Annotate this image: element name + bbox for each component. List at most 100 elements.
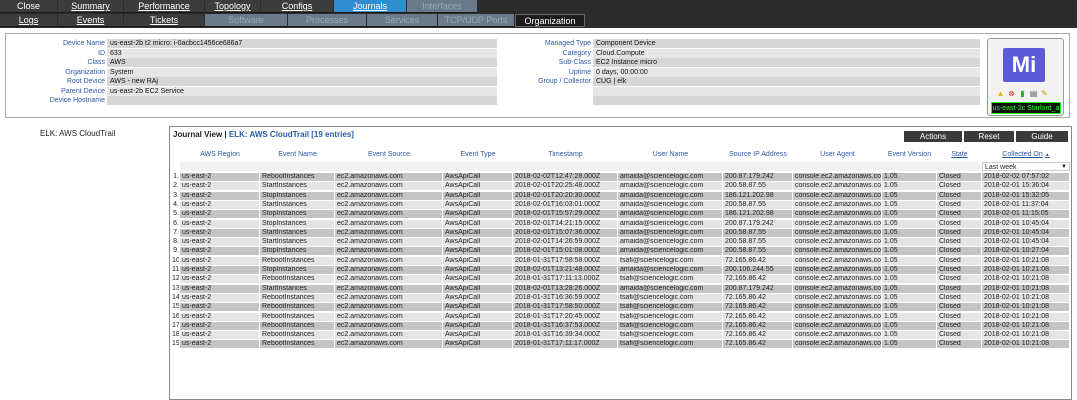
table-cell: 2018-02-01 10:21:08 [982,256,1069,265]
tab-label: Events [76,15,105,25]
warning-icon[interactable]: ▲ [996,89,1005,98]
table-row[interactable]: 5. us-east-2 StopInstances ec2.amazonaws.co… [170,210,1071,219]
table-row[interactable]: 2. us-east-2 StartInstances ec2.amazonaws.c… [170,182,1071,191]
table-cell: Closed [937,312,981,321]
tab-summary[interactable]: Summary [58,0,123,13]
table-cell: 2018-02-01T16:03:01.000Z [513,200,617,209]
tab-configs[interactable]: Configs [261,0,333,13]
column-header-aws-region[interactable]: AWS Region [180,151,260,158]
column-header-timestamp[interactable]: Timestamp [513,151,618,158]
table-row[interactable]: 18.us-east-2RebootInstancesec2.amazonaws… [170,331,1071,340]
column-header-event-version[interactable]: Event Version [882,151,937,158]
table-cell: 72.165.86.42 [723,312,792,321]
table-cell: Closed [937,173,981,181]
table-cell: console.ec2.amazonaws.com [793,321,881,330]
table-row[interactable]: 7. us-east-2 StartInstances ec2.amazonaws.c… [170,228,1071,237]
tab-journals[interactable]: Journals [334,0,406,13]
device-field-value [593,86,980,96]
table-cell: 72.165.86.42 [723,256,792,265]
guide-button[interactable]: Guide [1016,131,1068,142]
tab-processes: Processes [288,14,366,27]
table-cell: us-east-2 [180,200,259,209]
table-cell: RebootInstances [260,340,334,349]
column-header-source-ip-address[interactable]: Source IP Address [723,151,793,158]
column-header-collected-on[interactable]: Collected On ▲ [982,151,1070,158]
table-cell: 2018-02-01 15:36:04 [982,182,1069,191]
tab-close[interactable]: Close [0,0,57,13]
table-cell: 200.58.87.55 [723,228,792,237]
tab-tickets[interactable]: Tickets [124,14,204,27]
table-cell: ec2.amazonaws.com [335,312,442,321]
table-cell: ec2.amazonaws.com [335,219,442,228]
nav-row-secondary: Logs Events Tickets Software Processes Servic… [0,14,586,28]
device-field-label: Uptime [568,68,591,76]
table-row[interactable]: 9. us-east-2 StopInstances ec2.amazonaws.co… [170,247,1071,256]
column-header-user-agent[interactable]: User Agent [793,151,882,158]
table-cell: AwsApiCall [443,256,512,265]
table-cell: amaida@sciencelogic.com [618,228,722,237]
column-header-state[interactable]: State [937,151,982,158]
table-cell: 2018-02-01 10:21:08 [982,266,1069,274]
table-cell: 2018-01-31T16:39:34.000Z [513,331,617,340]
wrench-icon[interactable]: ✎ [1040,89,1049,98]
column-header-event-name[interactable]: Event Name [260,151,335,158]
device-icon-box: Mi ▲ ⊗ ▮ ▤ ✎ us-east-2c Starlord_a [987,38,1064,116]
table-row[interactable]: 17.us-east-2RebootInstancesec2.amazonaws… [170,321,1071,330]
device-field-value: CUG | elk [593,77,980,86]
tab-events[interactable]: Events [58,14,123,27]
table-cell: 2018-02-01 10:21:08 [982,275,1069,284]
table-cell: ec2.amazonaws.com [335,256,442,265]
table-row[interactable]: 11.us-east-2StopInstancesec2.amazonaws.c… [170,266,1071,274]
table-cell: 1.05 [882,293,936,302]
table-row[interactable]: 19.us-east-2RebootInstancesec2.amazonaws… [170,340,1071,349]
table-row[interactable]: 1. us-east-2 RebootInstances ec2.amazonaws.… [170,173,1071,181]
table-row[interactable]: 13.us-east-2StartInstancesec2.amazonaws.… [170,284,1071,293]
journal-title-link[interactable]: ELK: AWS CloudTrail [19 entries] [229,130,354,139]
column-header-event-source[interactable]: Event Source [335,151,443,158]
disable-icon[interactable]: ⊗ [1007,89,1016,98]
table-cell: 72.165.86.42 [723,340,792,349]
column-header-user-name[interactable]: User Name [618,151,723,158]
table-cell: 2018-02-01T15:07:36.000Z [513,228,617,237]
reset-button[interactable]: Reset [964,131,1014,142]
device-field-label: Class [87,59,105,66]
table-row[interactable]: 10.us-east-2RebootInstancesec2.amazonaws… [170,256,1071,265]
table-row[interactable]: 14.us-east-2RebootInstancesec2.amazonaws… [170,293,1071,302]
table-cell: console.ec2.amazonaws.com [793,247,881,256]
device-info-panel: Mi ▲ ⊗ ▮ ▤ ✎ us-east-2c Starlord_a Devic… [5,33,1070,118]
table-cell: us-east-2 [180,191,259,200]
tab-label: Organization [524,16,576,26]
device-field-value: Cloud.Compute [593,48,980,58]
table-row[interactable]: 3. us-east-2 StopInstances ec2.amazonaws.co… [170,191,1071,200]
table-cell: amaida@sciencelogic.com [618,284,722,293]
actions-button[interactable]: Actions [904,131,962,142]
table-cell: StopInstances [260,247,334,256]
row-number: 13. [170,284,179,293]
table-cell: AwsApiCall [443,266,512,274]
table-cell: 72.165.86.42 [723,321,792,330]
table-row[interactable]: 6. us-east-2 StopInstances ec2.amazonaws.co… [170,219,1071,228]
tab-label: Interfaces [422,1,462,11]
chart-icon[interactable]: ▮ [1018,89,1027,98]
tab-logs[interactable]: Logs [0,14,57,27]
table-cell: ec2.amazonaws.com [335,238,442,247]
table-cell: 1.05 [882,210,936,219]
collected-on-filter[interactable]: Last week ▼ [982,162,1070,171]
row-number: 9. [170,247,179,256]
tab-organization[interactable]: Organization [515,14,585,27]
table-cell: ec2.amazonaws.com [335,200,442,209]
table-row[interactable]: 4. us-east-2 StartInstances ec2.amazonaws.c… [170,200,1071,209]
table-cell: 1.05 [882,182,936,191]
table-cell: us-east-2 [180,321,259,330]
print-icon[interactable]: ▤ [1029,89,1038,98]
table-row[interactable]: 12.us-east-2RebootInstancesec2.amazonaws… [170,275,1071,284]
table-cell: 2018-02-01T14:21:15.000Z [513,219,617,228]
tab-topology[interactable]: Topology [205,0,260,13]
table-cell: 72.165.86.42 [723,303,792,312]
table-cell: 200.58.87.55 [723,238,792,247]
column-header-event-type[interactable]: Event Type [443,151,513,158]
table-row[interactable]: 15.us-east-2RebootInstancesec2.amazonaws… [170,303,1071,312]
tab-performance[interactable]: Performance [124,0,204,13]
table-row[interactable]: 8. us-east-2 StartInstances ec2.amazonaws.c… [170,238,1071,247]
table-row[interactable]: 16.us-east-2RebootInstancesec2.amazonaws… [170,312,1071,321]
